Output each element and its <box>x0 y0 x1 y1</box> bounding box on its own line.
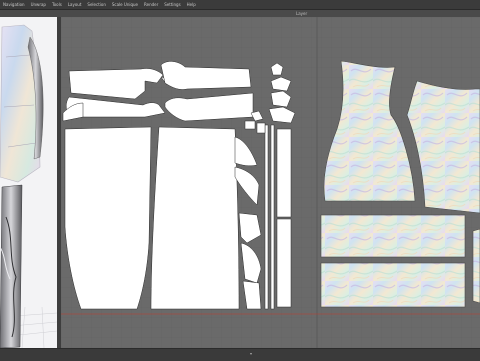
menu-item-unwrap[interactable]: Unwrap <box>28 0 49 9</box>
menu-item-layout[interactable]: Layout <box>65 0 85 9</box>
menu-item-navigation[interactable]: Navigation <box>0 0 28 9</box>
status-indicator: ▾ <box>250 351 253 356</box>
grid-icon <box>61 17 480 348</box>
menu-item-settings[interactable]: Settings <box>161 0 183 9</box>
menu-item-scale-unique[interactable]: Scale Unique <box>109 0 141 9</box>
window-title: Layer <box>296 11 308 16</box>
menu-bar: Navigation Unwrap Tools Layout Selection… <box>0 0 480 10</box>
menu-item-tools[interactable]: Tools <box>49 0 65 9</box>
menu-item-selection[interactable]: Selection <box>84 0 108 9</box>
uv-viewport[interactable] <box>61 17 480 348</box>
avatar-icon <box>0 17 57 348</box>
status-bar: ▾ <box>0 348 480 361</box>
menu-item-render[interactable]: Render <box>141 0 161 9</box>
avatar-3d-preview[interactable] <box>0 17 57 348</box>
menu-item-help[interactable]: Help <box>184 0 199 9</box>
window-title-bar: Layer <box>0 10 480 17</box>
